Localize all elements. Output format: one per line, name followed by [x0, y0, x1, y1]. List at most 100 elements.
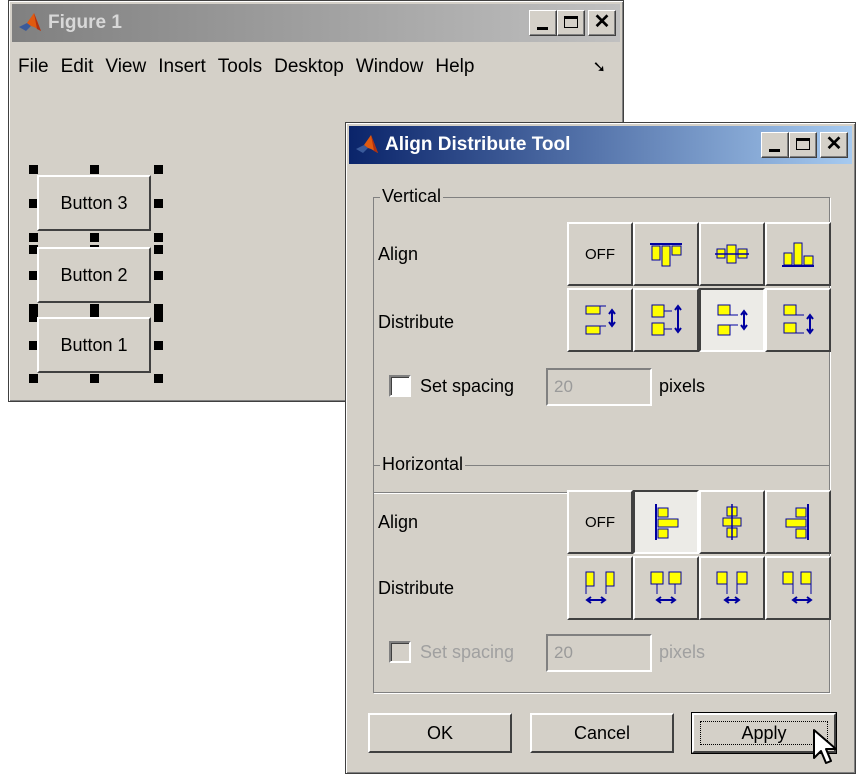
cancel-label: Cancel — [573, 722, 631, 743]
vertical-align-off-button[interactable]: OFF — [567, 222, 633, 286]
vertical-group: Vertical Align Distribute OFF Set spacin… — [373, 186, 831, 493]
horizontal-group: Horizontal Align Distribute OFF Set spac… — [373, 454, 831, 693]
menu-desktop[interactable]: Desktop — [268, 56, 350, 78]
off-label: OFF — [585, 513, 615, 531]
horizontal-align-center-button[interactable] — [699, 490, 765, 554]
menu-tools[interactable]: Tools — [212, 56, 268, 78]
horizontal-distribute-gap-button[interactable] — [699, 556, 765, 620]
minimize-icon — [537, 27, 548, 30]
maximize-icon — [564, 16, 578, 28]
figure-title-bar[interactable]: Figure 1 ✕ — [12, 4, 620, 42]
selection-handle[interactable] — [29, 304, 38, 313]
distribute-vertical-middle-icon — [651, 304, 682, 336]
distribute-vertical-bottom-icon — [783, 304, 814, 335]
close-icon: ✕ — [593, 11, 611, 33]
selection-handle[interactable] — [90, 233, 99, 242]
selection-handle[interactable] — [154, 313, 163, 322]
distribute-horizontal-center-icon — [650, 571, 682, 604]
dialog-title: Align Distribute Tool — [385, 134, 571, 155]
selection-handle[interactable] — [154, 341, 163, 350]
selection-handle[interactable] — [90, 374, 99, 383]
selection-handle[interactable] — [154, 199, 163, 208]
menu-file[interactable]: File — [12, 56, 55, 78]
ok-button[interactable]: OK — [368, 713, 512, 753]
vertical-align-middle-button[interactable] — [699, 222, 765, 286]
horizontal-align-right-button[interactable] — [765, 490, 831, 554]
horizontal-set-spacing-checkbox[interactable] — [389, 641, 411, 663]
figure-title: Figure 1 — [48, 12, 122, 33]
selection-handle[interactable] — [154, 233, 163, 242]
distribute-horizontal-right-icon — [782, 571, 813, 604]
distribute-vertical-gap-icon — [717, 304, 748, 336]
vertical-distribute-bottom-button[interactable] — [765, 288, 831, 352]
horizontal-align-left-button[interactable] — [633, 490, 699, 554]
selection-handle[interactable] — [90, 304, 99, 313]
distribute-horizontal-gap-icon — [716, 571, 748, 604]
minimize-icon — [769, 149, 780, 152]
horizontal-distribute-left-button[interactable] — [567, 556, 633, 620]
mouse-cursor-icon — [813, 729, 837, 764]
align-middle-icon — [715, 244, 749, 264]
maximize-button[interactable] — [557, 10, 585, 36]
figure-button-2[interactable]: Button 2 — [37, 247, 151, 303]
selection-handle[interactable] — [154, 165, 163, 174]
distribute-horizontal-left-icon — [585, 571, 615, 604]
vertical-legend: Vertical — [380, 186, 444, 207]
dock-arrow-icon[interactable]: ➘ — [587, 57, 612, 77]
selection-handle[interactable] — [29, 165, 38, 174]
vertical-distribute-top-button[interactable] — [567, 288, 633, 352]
horizontal-distribute-label: Distribute — [378, 578, 455, 598]
align-left-icon — [655, 504, 679, 540]
vertical-align-top-button[interactable] — [633, 222, 699, 286]
matlab-logo-icon — [18, 11, 42, 35]
selection-handle[interactable] — [154, 374, 163, 383]
menu-help[interactable]: Help — [429, 56, 480, 78]
menu-window[interactable]: Window — [350, 56, 430, 78]
distribute-vertical-top-icon — [585, 305, 616, 335]
vertical-align-bottom-button[interactable] — [765, 222, 831, 286]
vertical-distribute-label: Distribute — [378, 312, 455, 332]
horizontal-align-label: Align — [378, 512, 419, 532]
horizontal-align-off-button[interactable]: OFF — [567, 490, 633, 554]
vertical-spacing-input[interactable]: 20 — [546, 368, 652, 406]
vertical-set-spacing-checkbox[interactable] — [389, 375, 411, 397]
vertical-distribute-middle-button[interactable] — [633, 288, 699, 352]
horizontal-distribute-center-button[interactable] — [633, 556, 699, 620]
align-right-icon — [785, 504, 809, 540]
horizontal-set-spacing-label[interactable]: Set spacing — [420, 642, 514, 663]
vertical-distribute-gap-button[interactable] — [699, 288, 765, 352]
figure-button-3[interactable]: Button 3 — [37, 175, 151, 231]
cancel-button[interactable]: Cancel — [530, 713, 674, 753]
figure-button-1[interactable]: Button 1 — [37, 317, 151, 373]
horizontal-distribute-right-button[interactable] — [765, 556, 831, 620]
selection-handle[interactable] — [90, 165, 99, 174]
ok-label: OK — [426, 722, 453, 743]
minimize-button[interactable] — [761, 132, 789, 158]
selection-handle[interactable] — [29, 374, 38, 383]
vertical-align-label: Align — [378, 244, 419, 264]
align-distribute-dialog: Align Distribute Tool ✕ Vertical Align D… — [345, 122, 856, 774]
horizontal-spacing-input[interactable]: 20 — [546, 634, 652, 672]
close-icon: ✕ — [825, 133, 843, 155]
menu-insert[interactable]: Insert — [152, 56, 212, 78]
selection-handle[interactable] — [154, 271, 163, 280]
maximize-icon — [796, 138, 810, 150]
horizontal-pixels-label: pixels — [659, 642, 706, 662]
dialog-title-bar[interactable]: Align Distribute Tool ✕ — [349, 126, 852, 164]
align-bottom-icon — [782, 242, 814, 267]
close-button[interactable]: ✕ — [588, 10, 616, 36]
vertical-set-spacing-label[interactable]: Set spacing — [420, 376, 514, 397]
close-button[interactable]: ✕ — [820, 132, 848, 158]
maximize-button[interactable] — [789, 132, 817, 158]
horizontal-legend: Horizontal — [380, 454, 466, 475]
vertical-pixels-label: pixels — [659, 376, 706, 396]
selection-handle[interactable] — [154, 245, 163, 254]
apply-label: Apply — [741, 722, 787, 743]
selection-handle[interactable] — [154, 304, 163, 313]
off-label: OFF — [585, 245, 615, 263]
minimize-button[interactable] — [529, 10, 557, 36]
menu-edit[interactable]: Edit — [55, 56, 100, 78]
menu-view[interactable]: View — [99, 56, 152, 78]
selection-handle[interactable] — [29, 233, 38, 242]
align-top-icon — [650, 243, 682, 267]
